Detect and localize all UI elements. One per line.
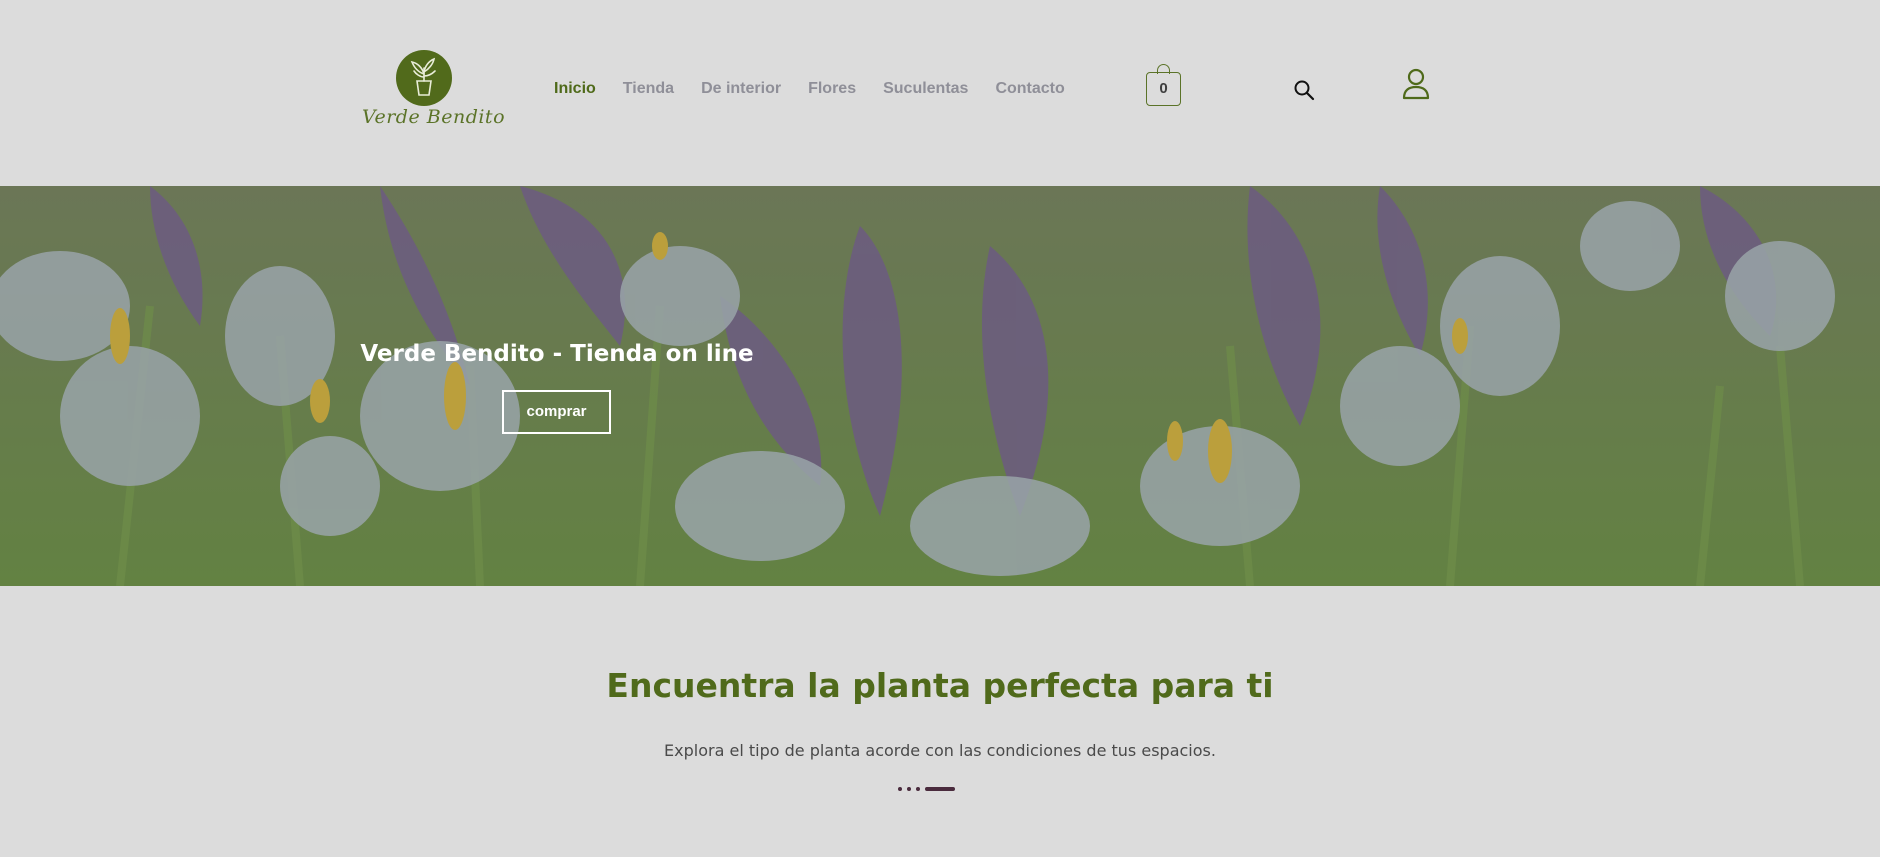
- brand-logo[interactable]: Verde Bendito: [362, 48, 506, 138]
- hero-title: Verde Bendito - Tienda on line: [360, 341, 754, 367]
- cart-button[interactable]: 0: [1146, 64, 1181, 106]
- brand-wordmark: Verde Bendito: [362, 106, 506, 128]
- nav-item-inicio[interactable]: Inicio: [554, 78, 596, 100]
- nav-item-de-interior[interactable]: De interior: [701, 78, 781, 100]
- user-icon[interactable]: [1401, 68, 1431, 100]
- main-nav: Inicio Tienda De interior Flores Suculen…: [554, 78, 1092, 100]
- comprar-button[interactable]: comprar: [502, 390, 611, 434]
- section-divider: [898, 786, 958, 792]
- nav-item-suculentas[interactable]: Suculentas: [883, 78, 968, 100]
- section-title: Encuentra la planta perfecta para ti: [606, 666, 1274, 705]
- divider-dot: [898, 787, 902, 791]
- hero-banner: Verde Bendito - Tienda on line comprar: [0, 186, 1880, 586]
- shopping-bag-icon: [1157, 64, 1170, 74]
- nav-item-tienda[interactable]: Tienda: [623, 78, 674, 100]
- cart-count: 0: [1159, 80, 1168, 97]
- hero-overlay: [0, 186, 1880, 586]
- site-header: Verde Bendito Inicio Tienda De interior …: [0, 0, 1880, 186]
- section-subtitle: Explora el tipo de planta acorde con las…: [664, 741, 1216, 760]
- divider-bar: [925, 787, 955, 791]
- divider-dot: [907, 787, 911, 791]
- plant-pot-icon: [396, 50, 452, 106]
- nav-item-flores[interactable]: Flores: [808, 78, 856, 100]
- nav-item-contacto[interactable]: Contacto: [995, 78, 1064, 100]
- divider-dot: [916, 787, 920, 791]
- search-icon[interactable]: [1293, 79, 1315, 101]
